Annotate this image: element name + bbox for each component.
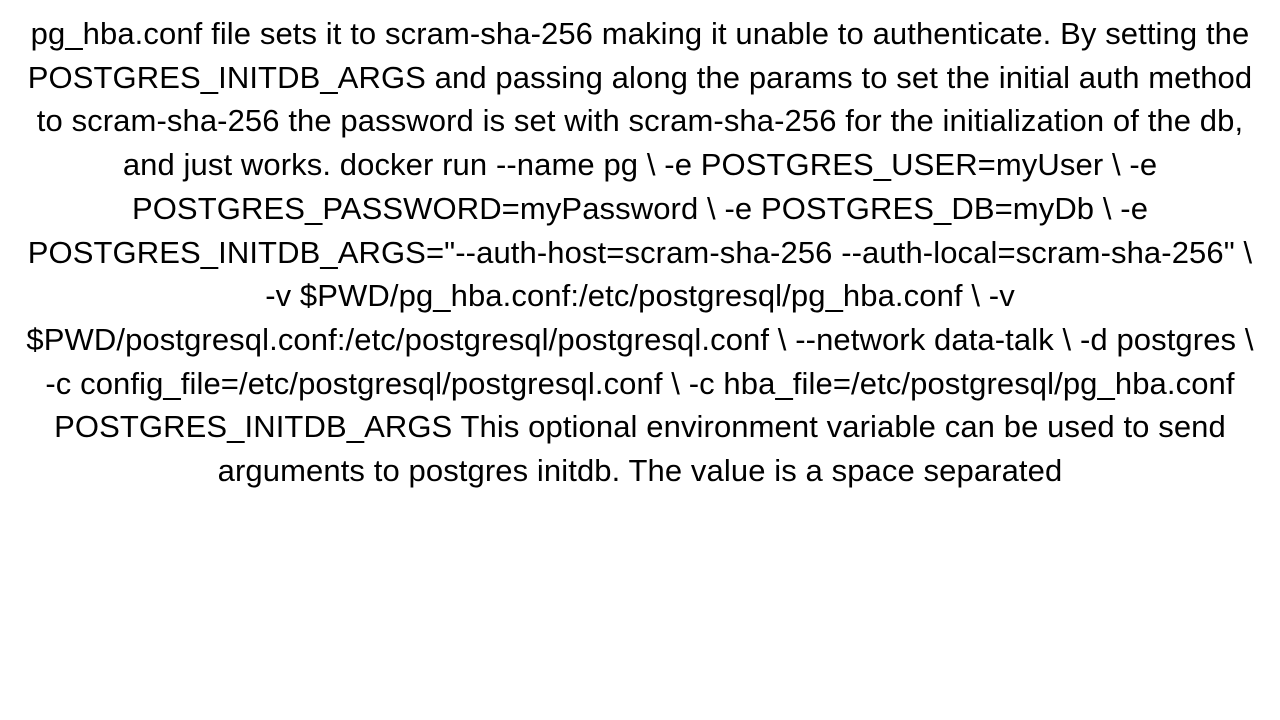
document-body: pg_hba.conf file sets it to scram-sha-25…: [0, 0, 1280, 720]
document-text: pg_hba.conf file sets it to scram-sha-25…: [26, 16, 1253, 488]
